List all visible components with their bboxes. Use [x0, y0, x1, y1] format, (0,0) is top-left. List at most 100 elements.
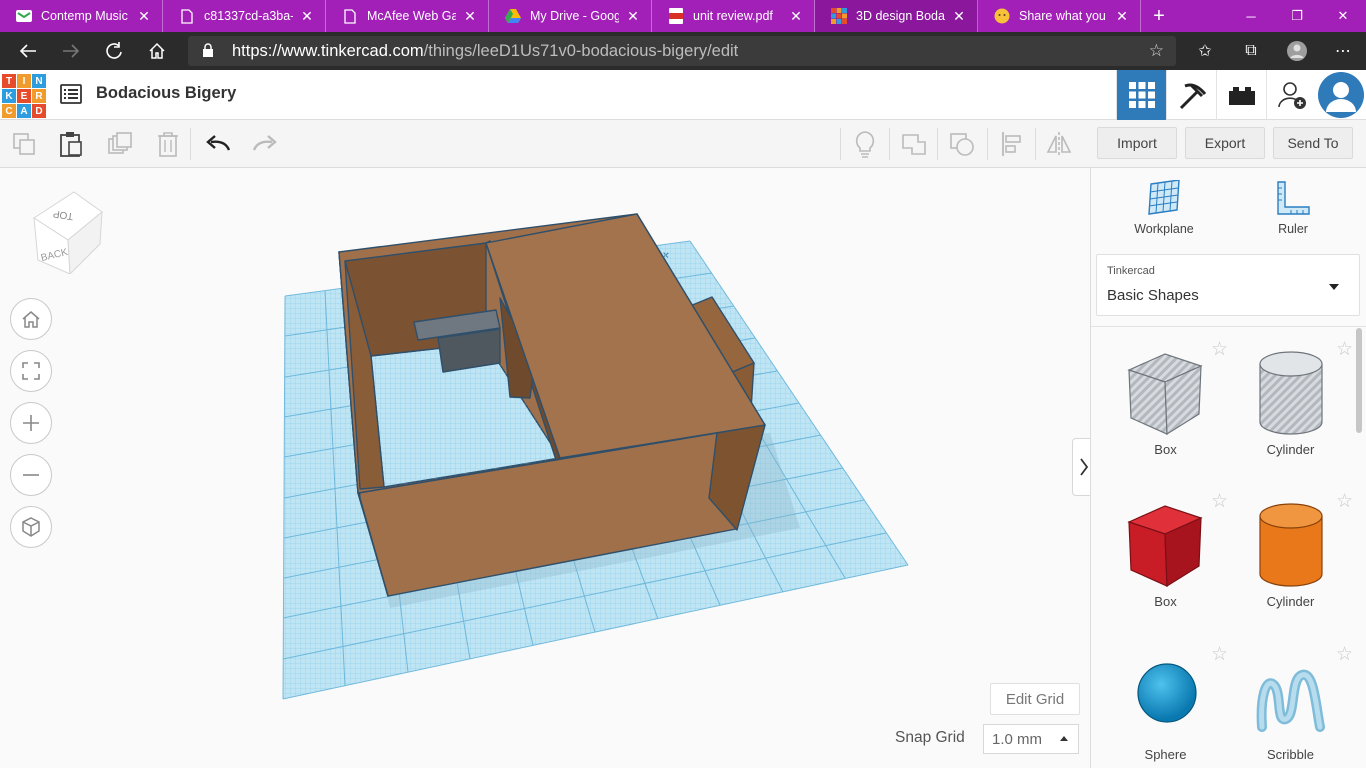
workplane-scene[interactable]: ✛ — [0, 168, 1090, 768]
favorite-star-icon[interactable]: ☆ — [1211, 490, 1228, 513]
browser-tab-2[interactable]: c81337cd-a3ba-4 ✕ — [163, 0, 326, 32]
browser-tab-4[interactable]: My Drive - Google ✕ — [489, 0, 652, 32]
collections-icon[interactable]: ⧉ — [1228, 32, 1274, 70]
shape-label: Scribble — [1267, 747, 1314, 762]
snap-grid-select[interactable]: 1.0 mm — [983, 724, 1079, 754]
mirror-icon[interactable] — [1045, 130, 1073, 158]
perspective-toggle-button[interactable] — [10, 506, 52, 548]
blocks-view-button[interactable] — [1166, 70, 1216, 120]
shape-cylinder[interactable]: ☆ Cylinder — [1228, 490, 1353, 640]
3d-design-view-button[interactable] — [1116, 70, 1166, 120]
zoom-out-button[interactable] — [10, 454, 52, 496]
refresh-icon[interactable] — [92, 32, 135, 70]
copy-icon[interactable] — [10, 130, 38, 158]
zoom-in-button[interactable] — [10, 402, 52, 444]
shape-label: Box — [1154, 594, 1177, 609]
new-tab-button[interactable]: + — [1141, 0, 1177, 32]
avatar[interactable] — [1318, 72, 1364, 118]
browser-tab-7[interactable]: Share what you m ✕ — [978, 0, 1141, 32]
google-drive-icon — [505, 8, 521, 24]
brick-icon — [1228, 87, 1255, 105]
fit-view-button[interactable] — [10, 350, 52, 392]
design-list-icon[interactable] — [60, 84, 82, 104]
grid-view-icon — [1128, 82, 1155, 108]
pdf-icon — [668, 8, 684, 24]
logo-letter: E — [17, 89, 31, 103]
bookmark-star-icon[interactable]: ☆ — [1149, 41, 1164, 61]
maximize-icon[interactable]: ❐ — [1274, 0, 1320, 32]
favorite-star-icon[interactable]: ☆ — [1211, 643, 1228, 666]
edit-grid-button[interactable]: Edit Grid — [990, 683, 1080, 715]
url-path: /things/leeD1Us71v0-bodacious-bigery/edi… — [423, 41, 739, 60]
shape-box-hole[interactable]: ☆ Box — [1103, 338, 1228, 488]
browser-tab-3[interactable]: McAfee Web Gate ✕ — [326, 0, 489, 32]
close-tab-icon[interactable]: ✕ — [788, 8, 804, 25]
panel-scrollbar[interactable] — [1356, 328, 1362, 433]
shape-scribble[interactable]: ☆ Scribble — [1228, 643, 1353, 768]
bricks-view-button[interactable] — [1216, 70, 1266, 120]
shape-cylinder-hole[interactable]: ☆ Cylinder — [1228, 338, 1353, 488]
send-to-button[interactable]: Send To — [1273, 127, 1353, 159]
align-icon[interactable] — [998, 130, 1026, 158]
lightbulb-icon[interactable] — [851, 130, 879, 158]
tinkercad-logo[interactable]: T I N K E R C A D — [2, 74, 46, 118]
ungroup-icon[interactable] — [948, 130, 976, 158]
browser-tab-6[interactable]: 3D design Bodacio ✕ — [815, 0, 978, 32]
document-icon — [179, 8, 195, 24]
shape-label: Cylinder — [1266, 442, 1315, 457]
browser-toolbar: ✩ ⧉ ⋯ — [1182, 32, 1366, 70]
address-bar: https://www.tinkercad.com/things/leeD1Us… — [0, 32, 1366, 70]
shape-library-select[interactable]: Tinkercad Basic Shapes — [1096, 254, 1360, 316]
ruler-tool[interactable]: Ruler — [1243, 180, 1343, 236]
edit-toolbar: Import Export Send To — [0, 120, 1366, 168]
logo-letter: T — [2, 74, 16, 88]
window-controls: ─ ❐ ✕ — [1228, 0, 1366, 32]
browser-tab-strip: Contemp Music G ✕ c81337cd-a3ba-4 ✕ McAf… — [0, 0, 1366, 32]
undo-icon[interactable] — [204, 130, 232, 158]
close-window-icon[interactable]: ✕ — [1320, 0, 1366, 32]
workplane-tool[interactable]: Workplane — [1114, 180, 1214, 236]
3d-viewport[interactable]: ✛ TOP BACK Edit Grid Snap Grid 1.0 mm — [0, 168, 1096, 768]
shape-label: Sphere — [1144, 747, 1187, 762]
close-tab-icon[interactable]: ✕ — [136, 8, 152, 25]
home-view-button[interactable] — [10, 298, 52, 340]
favorite-star-icon[interactable]: ☆ — [1211, 338, 1228, 361]
favorite-star-icon[interactable]: ☆ — [1336, 338, 1353, 361]
close-tab-icon[interactable]: ✕ — [462, 8, 478, 25]
forward-icon[interactable] — [49, 32, 92, 70]
browser-tab-1[interactable]: Contemp Music G ✕ — [0, 0, 163, 32]
group-icon[interactable] — [900, 130, 928, 158]
view-cube[interactable]: TOP BACK — [28, 190, 106, 274]
delete-icon[interactable] — [154, 130, 182, 158]
close-tab-icon[interactable]: ✕ — [951, 8, 967, 25]
minus-icon — [23, 474, 39, 476]
caret-up-icon — [1060, 736, 1068, 741]
paste-icon[interactable] — [57, 130, 85, 158]
export-button[interactable]: Export — [1185, 127, 1265, 159]
tab-title: Share what you m — [1019, 9, 1108, 23]
more-menu-icon[interactable]: ⋯ — [1320, 32, 1366, 70]
close-tab-icon[interactable]: ✕ — [625, 8, 641, 25]
profile-icon[interactable] — [1274, 32, 1320, 70]
close-tab-icon[interactable]: ✕ — [299, 8, 315, 25]
add-user-icon — [1277, 82, 1306, 109]
shape-sphere[interactable]: ☆ Sphere — [1103, 643, 1228, 768]
favorites-icon[interactable]: ✩ — [1182, 32, 1228, 70]
back-icon[interactable] — [6, 32, 49, 70]
add-user-button[interactable] — [1266, 70, 1316, 120]
duplicate-icon[interactable] — [106, 130, 134, 158]
favorite-star-icon[interactable]: ☆ — [1336, 490, 1353, 513]
url-field[interactable]: https://www.tinkercad.com/things/leeD1Us… — [188, 36, 1176, 66]
minimize-icon[interactable]: ─ — [1228, 0, 1274, 32]
pickaxe-icon — [1179, 83, 1206, 110]
design-title[interactable]: Bodacious Bigery — [96, 84, 236, 103]
document-icon — [342, 8, 358, 24]
home-icon[interactable] — [135, 32, 178, 70]
import-button[interactable]: Import — [1097, 127, 1177, 159]
browser-tab-5[interactable]: unit review.pdf ✕ — [652, 0, 815, 32]
plus-icon — [23, 415, 39, 431]
shape-box[interactable]: ☆ Box — [1103, 490, 1228, 640]
favorite-star-icon[interactable]: ☆ — [1336, 643, 1353, 666]
close-tab-icon[interactable]: ✕ — [1114, 8, 1130, 25]
redo-icon[interactable] — [251, 130, 279, 158]
